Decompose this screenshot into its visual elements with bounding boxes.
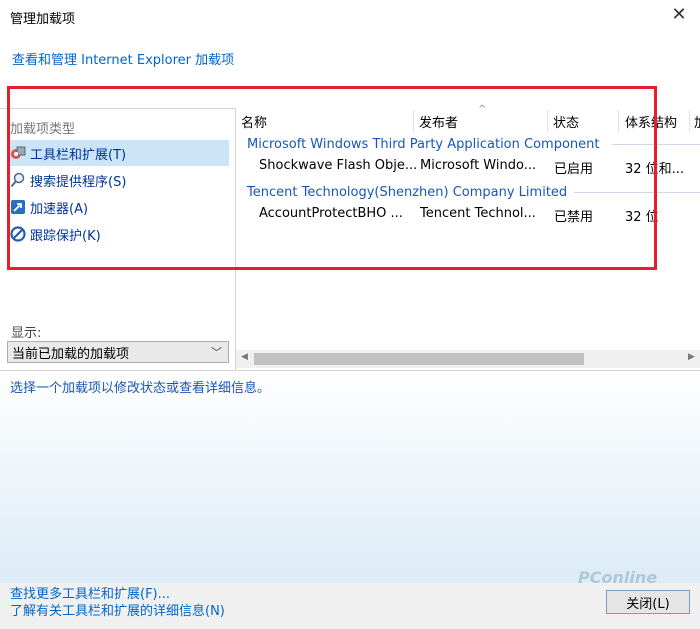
scrollbar-thumb[interactable] (254, 353, 584, 365)
manage-addons-link[interactable]: 查看和管理 Internet Explorer 加载项 (12, 49, 234, 68)
window-title: 管理加载项 (10, 12, 76, 27)
learn-more-link[interactable]: 了解有关工具栏和扩展的详细信息(N) (10, 600, 225, 619)
scroll-right-icon[interactable]: ▶ (688, 352, 695, 362)
scroll-left-icon[interactable]: ◀ (241, 352, 248, 362)
chevron-down-icon: ﹀ (211, 346, 222, 359)
watermark-logo: PConline (578, 568, 658, 587)
close-window-button[interactable]: ✕ (668, 4, 690, 26)
column-header-truncated[interactable]: 加 (694, 110, 700, 132)
column-separator (689, 110, 690, 132)
details-panel (0, 370, 700, 584)
show-filter-select[interactable]: 当前已加载的加载项 ﹀ (7, 341, 229, 363)
highlight-annotation-box (7, 86, 657, 270)
details-hint: 选择一个加载项以修改状态或查看详细信息。 (10, 381, 271, 396)
show-label: 显示: (11, 326, 42, 341)
show-filter-value: 当前已加载的加载项 (12, 346, 130, 362)
close-button[interactable]: 关闭(L) (606, 590, 690, 614)
